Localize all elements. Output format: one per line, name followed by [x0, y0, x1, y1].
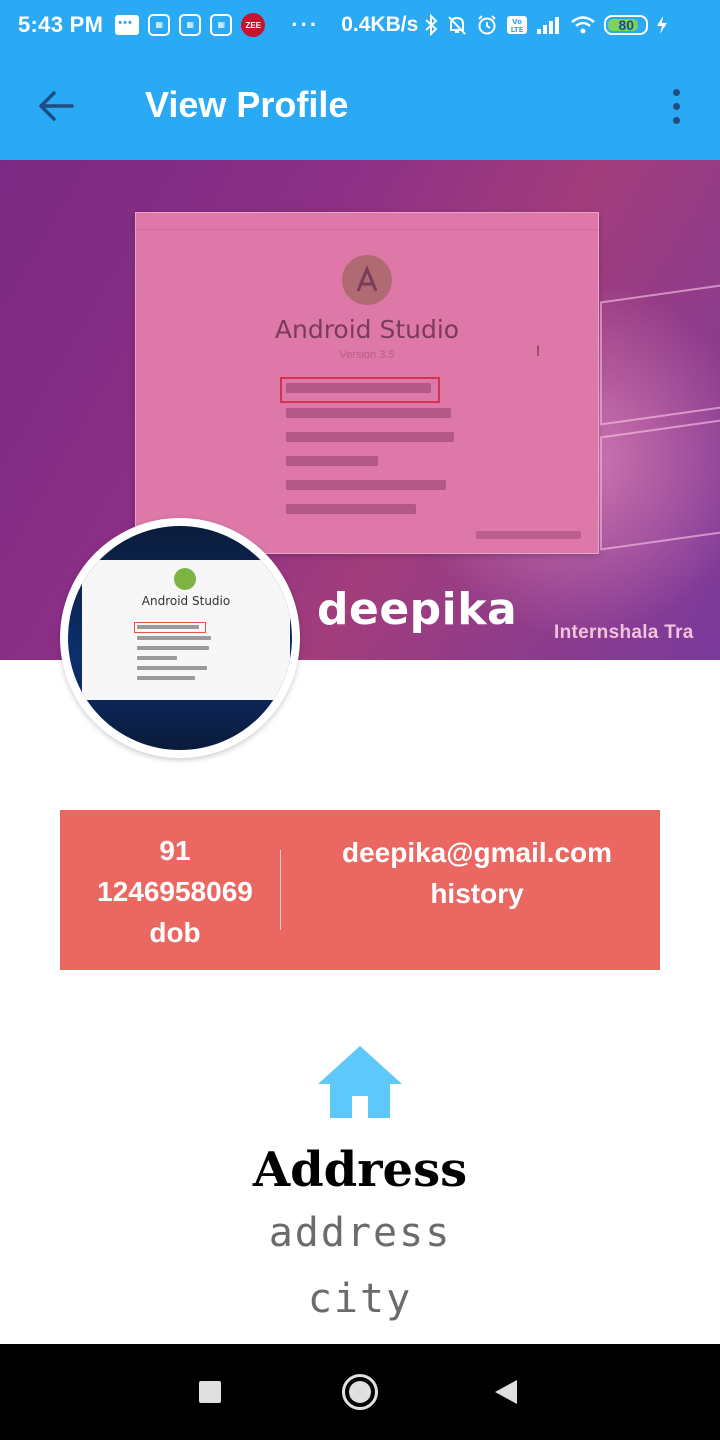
zee-app-icon: ZEE: [241, 13, 266, 37]
city-line: city: [307, 1276, 413, 1322]
address-heading: Address: [252, 1142, 468, 1198]
svg-text:Vo: Vo: [512, 18, 522, 26]
network-speed: 0.4KB/s: [341, 13, 419, 36]
notification-icons: ▦ ▦ ▦ ZEE: [115, 13, 266, 37]
more-notifications-icon: ···: [291, 12, 320, 37]
system-nav-bar: [0, 1344, 720, 1440]
volte-icon: VoLTE: [507, 16, 528, 34]
sim-notification-icon: ▦: [210, 14, 233, 36]
system-icons: Vo LTE 80: [424, 14, 668, 36]
phone-dob-block: 91 1246958069 dob: [60, 830, 290, 953]
cover-screen-title: Android Studio: [274, 315, 460, 344]
back-button[interactable]: [30, 82, 82, 130]
arrow-back-icon: [39, 91, 74, 121]
avatar[interactable]: Android Studio: [60, 518, 300, 758]
phone-number: 1246958069: [97, 876, 253, 907]
email-history-block: deepika@gmail.com history: [292, 832, 662, 914]
cover-screen-version: Version 3.5: [339, 349, 395, 361]
status-bar: 5:43 PM ▦ ▦ ▦ ZEE ··· 0.4KB/s VoLTE 80: [0, 0, 720, 50]
profile-name: deepika: [317, 584, 518, 635]
card-divider: [280, 850, 281, 930]
email-value: deepika@gmail.com: [341, 837, 613, 868]
sim-notification-icon: ▦: [179, 14, 202, 36]
country-code: 91: [159, 835, 191, 866]
message-icon: [115, 15, 140, 35]
cover-watermark: Internshala Tra: [554, 622, 694, 643]
recents-button[interactable]: [186, 1368, 234, 1416]
svg-text:LTE: LTE: [511, 26, 524, 34]
contact-info-card: 91 1246958069 dob deepika@gmail.com hist…: [60, 810, 660, 970]
mute-bell-icon: [448, 16, 467, 35]
battery-icon: 80: [604, 15, 649, 35]
android-logo-icon: [174, 568, 196, 590]
overflow-menu-button[interactable]: [656, 80, 696, 132]
history-value: history: [430, 878, 524, 909]
recents-square-icon: [199, 1381, 221, 1403]
home-circle-icon: [342, 1374, 378, 1410]
page-title: View Profile: [145, 84, 349, 125]
battery-level: 80: [618, 17, 635, 33]
charging-icon: [657, 16, 668, 34]
dob-value: dob: [149, 917, 201, 948]
signal-icon: [537, 17, 560, 34]
address-line: address: [268, 1210, 452, 1256]
status-time: 5:43 PM: [18, 12, 104, 37]
wifi-icon: [571, 16, 596, 34]
app-bar: View Profile: [0, 50, 720, 160]
alarm-icon: [478, 15, 496, 35]
home-icon: [318, 1046, 402, 1118]
back-nav-button[interactable]: [482, 1368, 530, 1416]
avatar-screen-title: Android Studio: [141, 594, 231, 608]
sim-notification-icon: ▦: [148, 14, 171, 36]
avatar-screenshot: Android Studio: [82, 560, 290, 700]
android-studio-logo-icon: [342, 255, 392, 305]
back-triangle-icon: [495, 1380, 517, 1404]
cover-screenshot: Android Studio Version 3.5 Ⅰ: [135, 212, 599, 554]
home-button[interactable]: [336, 1368, 384, 1416]
bluetooth-icon: [425, 14, 438, 36]
more-vert-icon: [672, 88, 680, 96]
